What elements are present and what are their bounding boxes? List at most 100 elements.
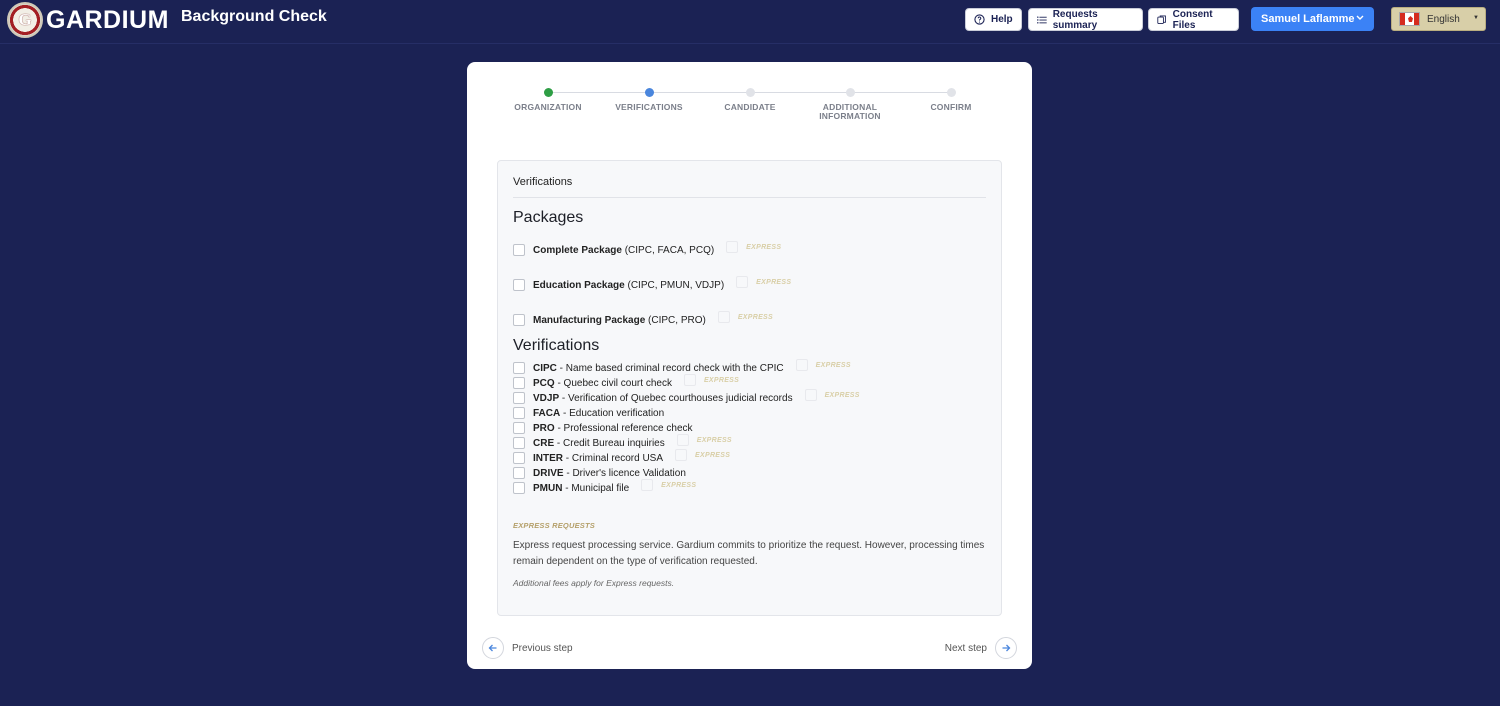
step-candidate[interactable]: CANDIDATE [700,88,800,112]
step-additional-information[interactable]: ADDITIONAL INFORMATION [815,88,885,121]
package-name: Manufacturing Package [533,314,646,326]
language-selector[interactable]: English ▼ [1391,7,1486,31]
express-label: EXPRESS [737,313,773,321]
verification-code: VDJP [533,392,560,404]
express-label: EXPRESS [756,278,792,286]
step-dot [946,88,956,97]
step-label: VERIFICATIONS [615,102,683,112]
list-icon [1037,15,1047,24]
package-checkbox[interactable] [513,279,525,291]
wizard-card: ORGANIZATION VERIFICATIONS CANDIDATE ADD… [467,62,1032,669]
express-requests-title: EXPRESS REQUESTS [513,521,595,530]
package-checkbox[interactable] [513,244,525,256]
canada-flag-icon [1399,12,1420,26]
package-codes: (CIPC, PRO) [648,314,706,326]
express-checkbox[interactable] [717,311,730,323]
verification-desc: - Education verification [560,407,665,419]
verification-checkbox[interactable] [513,407,525,419]
verifications-heading: Verifications [513,337,600,354]
verification-code: CIPC [533,362,557,374]
express-checkbox[interactable] [641,479,654,491]
step-dot [543,88,553,97]
verification-code: DRIVE [533,467,564,479]
verification-checkbox[interactable] [513,422,525,434]
express-checkbox[interactable] [676,434,689,446]
top-bar: G GARDIUM Background Check Help Requests… [0,0,1500,44]
chevron-down-icon [1356,15,1364,20]
step-organization[interactable]: ORGANIZATION [498,88,598,112]
packages-heading: Packages [513,209,584,226]
express-label: EXPRESS [661,481,697,489]
verification-desc: - Name based criminal record check with … [556,362,784,374]
next-step-button[interactable]: Next step [945,637,1017,659]
package-row-complete: Complete Package (CIPC, FACA, PCQ) EXPRE… [513,241,782,257]
express-requests-description: Express request processing service. Gard… [513,540,985,567]
verification-code: CRE [533,437,555,449]
verification-desc: - Credit Bureau inquiries [554,437,665,449]
verification-row-pmun: PMUN - Municipal file EXPRESS [513,479,697,495]
requests-summary-button[interactable]: Requests summary [1028,8,1143,31]
previous-step-button[interactable]: Previous step [482,637,573,659]
step-label: ORGANIZATION [514,102,582,112]
verification-desc: - Professional reference check [554,422,693,434]
verification-checkbox[interactable] [513,392,525,404]
verification-checkbox[interactable] [513,377,525,389]
step-label: CONFIRM [930,102,972,112]
verification-row-vdjp: VDJP - Verification of Quebec courthouse… [513,389,860,405]
express-label: EXPRESS [703,376,740,384]
requests-summary-label: Requests summary [1052,8,1098,31]
verification-checkbox[interactable] [513,362,525,374]
logo[interactable]: G GARDIUM [7,2,169,38]
panel-title: Verifications [513,176,573,188]
help-button[interactable]: Help [965,8,1022,31]
step-confirm[interactable]: CONFIRM [901,88,1001,112]
express-label: EXPRESS [824,391,860,399]
package-row-education: Education Package (CIPC, PMUN, VDJP) EXP… [513,276,792,292]
verification-desc: - Municipal file [562,482,630,494]
express-checkbox[interactable] [795,359,808,371]
express-checkbox[interactable] [726,241,739,253]
verification-row-inter: INTER - Criminal record USA EXPRESS [513,449,730,465]
verification-row-pro: PRO - Professional reference check [513,421,693,435]
verification-desc: - Quebec civil court check [554,377,672,389]
next-step-label: Next step [944,642,987,654]
verification-row-cipc: CIPC - Name based criminal record check … [513,359,851,375]
package-name: Education Package [533,279,625,291]
step-verifications[interactable]: VERIFICATIONS [599,88,699,112]
consent-files-button[interactable]: Consent Files [1148,8,1239,31]
verification-desc: - Verification of Quebec courthouses jud… [559,392,793,404]
logo-seal-icon: G [7,2,43,38]
previous-step-label: Previous step [512,642,573,654]
package-checkbox[interactable] [513,314,525,326]
user-name: Samuel Laflamme [1261,13,1355,25]
express-checkbox[interactable] [804,389,817,401]
express-checkbox[interactable] [683,374,696,386]
user-menu-button[interactable]: Samuel Laflamme [1251,7,1374,31]
verification-checkbox[interactable] [513,452,525,464]
caret-down-icon: ▼ [1473,15,1479,21]
consent-files-label: Consent Files [1172,8,1213,31]
step-label: ADDITIONAL INFORMATION [819,102,881,121]
step-dot [644,88,654,97]
express-label: EXPRESS [746,243,782,251]
express-checkbox[interactable] [736,276,749,288]
express-label: EXPRESS [696,436,732,444]
files-icon [1157,15,1166,24]
package-codes: (CIPC, FACA, PCQ) [624,244,715,256]
verification-checkbox[interactable] [513,482,525,494]
divider [513,197,986,198]
help-icon [974,14,985,25]
express-checkbox[interactable] [675,449,688,461]
verification-checkbox[interactable] [513,467,525,479]
verification-row-pcq: PCQ - Quebec civil court check EXPRESS [513,374,740,390]
verification-code: PMUN [533,482,563,494]
express-fees-note: Additional fees apply for Express reques… [513,578,675,588]
verification-code: INTER [533,452,563,464]
verification-checkbox[interactable] [513,437,525,449]
verification-row-faca: FACA - Education verification [513,406,664,420]
step-label: CANDIDATE [724,102,776,112]
package-name: Complete Package [533,244,622,256]
stepper: ORGANIZATION VERIFICATIONS CANDIDATE ADD… [467,88,1032,128]
express-label: EXPRESS [815,361,851,369]
step-dot [745,88,755,97]
